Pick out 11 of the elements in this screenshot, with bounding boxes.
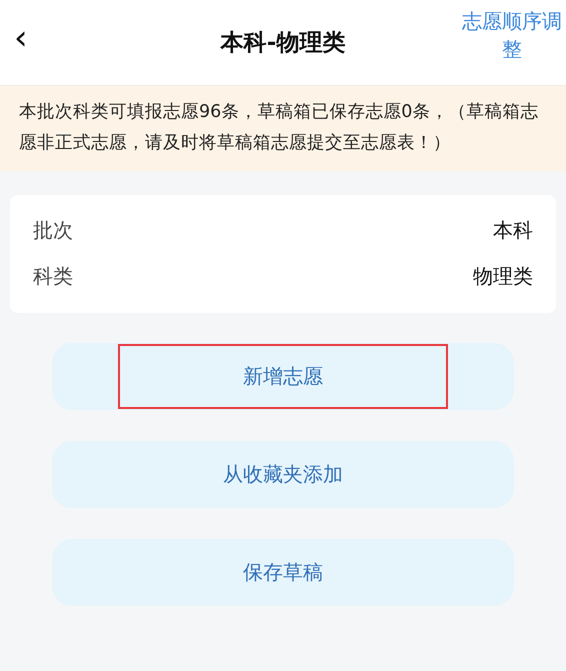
action-button[interactable]: 新增志愿 [52, 343, 514, 410]
field-value: 本科 [493, 216, 533, 244]
field-value: 物理类 [473, 262, 533, 290]
notice-text: 本批次科类可填报志愿96条，草稿箱已保存志愿0条，（草稿箱志愿非正式志愿，请及时将草稿箱志愿提交至志愿表！） [19, 101, 540, 155]
field-label: 科类 [33, 262, 73, 290]
reorder-link[interactable]: 志愿顺序调整 [458, 6, 566, 66]
action-button[interactable]: 保存草稿 [52, 539, 514, 606]
field-label: 批次 [33, 216, 73, 244]
page-title: 本科-物理类 [219, 29, 346, 58]
back-button[interactable]: ‹ [0, 20, 28, 54]
action-button[interactable]: 从收藏夹添加 [52, 441, 514, 508]
